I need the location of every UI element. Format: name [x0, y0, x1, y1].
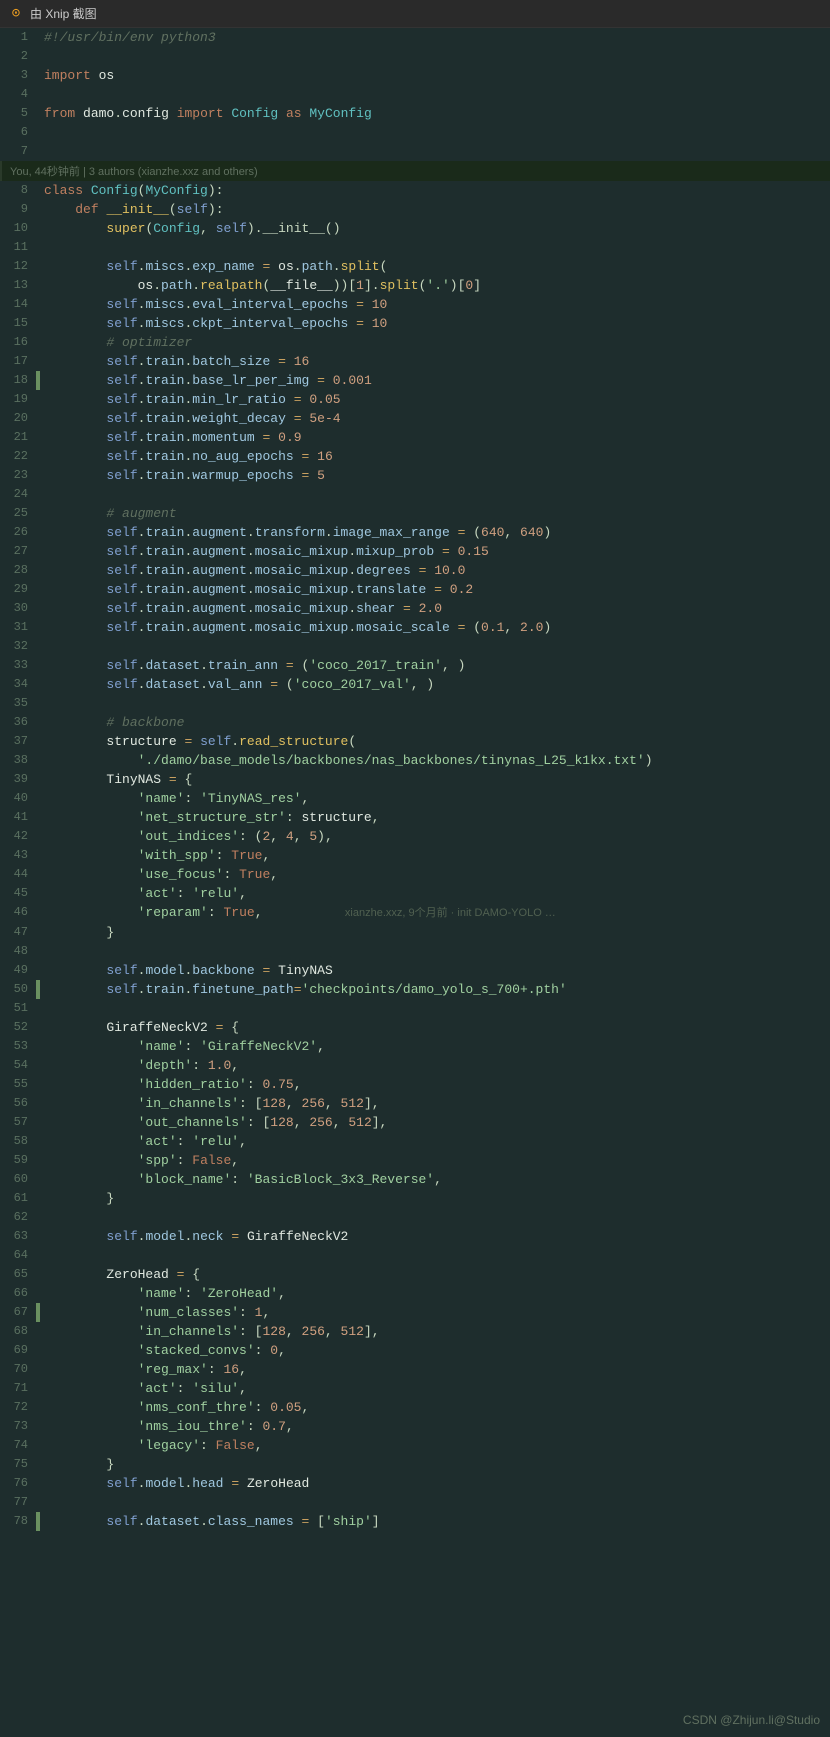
title-bar: ⊙ 由 Xnip 截图 — [0, 0, 830, 28]
code-line-76: 76 self.model.head = ZeroHead — [0, 1474, 830, 1493]
code-line-52: 52 GiraffeNeckV2 = { — [0, 1018, 830, 1037]
code-line-50: 50 self.train.finetune_path='checkpoints… — [0, 980, 830, 999]
code-line-49: 49 self.model.backbone = TinyNAS — [0, 961, 830, 980]
code-line-66: 66 'name': 'ZeroHead', — [0, 1284, 830, 1303]
code-line-17: 17 self.train.batch_size = 16 — [0, 352, 830, 371]
code-line-39: 39 TinyNAS = { — [0, 770, 830, 789]
code-line-70: 70 'reg_max': 16, — [0, 1360, 830, 1379]
code-line-35: 35 — [0, 694, 830, 713]
code-line-19: 19 self.train.min_lr_ratio = 0.05 — [0, 390, 830, 409]
code-line-10: 10 super(Config, self).__init__() — [0, 219, 830, 238]
app-icon: ⊙ — [8, 6, 24, 22]
code-line-43: 43 'with_spp': True, — [0, 846, 830, 865]
code-line-45: 45 'act': 'relu', — [0, 884, 830, 903]
code-line-69: 69 'stacked_convs': 0, — [0, 1341, 830, 1360]
code-line-9: 9 def __init__(self): — [0, 200, 830, 219]
code-line-33: 33 self.dataset.train_ann = ('coco_2017_… — [0, 656, 830, 675]
code-line-8: 8 class Config(MyConfig): — [0, 181, 830, 200]
code-line-21: 21 self.train.momentum = 0.9 — [0, 428, 830, 447]
code-line-59: 59 'spp': False, — [0, 1151, 830, 1170]
code-line-25: 25 # augment — [0, 504, 830, 523]
code-line-24: 24 — [0, 485, 830, 504]
code-line-16: 16 # optimizer — [0, 333, 830, 352]
code-line-11: 11 — [0, 238, 830, 257]
code-line-58: 58 'act': 'relu', — [0, 1132, 830, 1151]
code-line-15: 15 self.miscs.ckpt_interval_epochs = 10 — [0, 314, 830, 333]
title-text: 由 Xnip 截图 — [30, 5, 97, 22]
code-line-5: 5 from damo.config import Config as MyCo… — [0, 104, 830, 123]
code-line-62: 62 — [0, 1208, 830, 1227]
code-line-48: 48 — [0, 942, 830, 961]
code-line-47: 47 } — [0, 923, 830, 942]
code-line-28: 28 self.train.augment.mosaic_mixup.degre… — [0, 561, 830, 580]
code-line-1: 1 #!/usr/bin/env python3 — [0, 28, 830, 47]
code-line-77: 77 — [0, 1493, 830, 1512]
code-line-2: 2 — [0, 47, 830, 66]
code-line-32: 32 — [0, 637, 830, 656]
code-line-68: 68 'in_channels': [128, 256, 512], — [0, 1322, 830, 1341]
code-line-14: 14 self.miscs.eval_interval_epochs = 10 — [0, 295, 830, 314]
code-line-71: 71 'act': 'silu', — [0, 1379, 830, 1398]
code-line-78: 78 self.dataset.class_names = ['ship'] — [0, 1512, 830, 1531]
code-line-65: 65 ZeroHead = { — [0, 1265, 830, 1284]
code-line-27: 27 self.train.augment.mosaic_mixup.mixup… — [0, 542, 830, 561]
code-line-22: 22 self.train.no_aug_epochs = 16 — [0, 447, 830, 466]
code-line-4: 4 — [0, 85, 830, 104]
code-line-29: 29 self.train.augment.mosaic_mixup.trans… — [0, 580, 830, 599]
code-line-75: 75 } — [0, 1455, 830, 1474]
code-line-54: 54 'depth': 1.0, — [0, 1056, 830, 1075]
git-blame-text: You, 44秒钟前 | 3 authors (xianzhe.xxz and … — [10, 163, 258, 179]
code-line-7: 7 — [0, 142, 830, 161]
code-line-61: 61 } — [0, 1189, 830, 1208]
code-line-36: 36 # backbone — [0, 713, 830, 732]
code-line-31: 31 self.train.augment.mosaic_mixup.mosai… — [0, 618, 830, 637]
code-line-56: 56 'in_channels': [128, 256, 512], — [0, 1094, 830, 1113]
watermark: CSDN @Zhijun.li@Studio — [683, 1713, 820, 1727]
code-line-55: 55 'hidden_ratio': 0.75, — [0, 1075, 830, 1094]
code-line-38: 38 './damo/base_models/backbones/nas_bac… — [0, 751, 830, 770]
code-line-63: 63 self.model.neck = GiraffeNeckV2 — [0, 1227, 830, 1246]
code-line-3: 3 import os — [0, 66, 830, 85]
code-line-40: 40 'name': 'TinyNAS_res', — [0, 789, 830, 808]
code-line-44: 44 'use_focus': True, — [0, 865, 830, 884]
code-line-13: 13 os.path.realpath(__file__))[1].split(… — [0, 276, 830, 295]
code-line-12: 12 self.miscs.exp_name = os.path.split( — [0, 257, 830, 276]
code-line-26: 26 self.train.augment.transform.image_ma… — [0, 523, 830, 542]
git-blame-line: You, 44秒钟前 | 3 authors (xianzhe.xxz and … — [0, 161, 830, 181]
code-line-23: 23 self.train.warmup_epochs = 5 — [0, 466, 830, 485]
code-line-41: 41 'net_structure_str': structure, — [0, 808, 830, 827]
code-line-57: 57 'out_channels': [128, 256, 512], — [0, 1113, 830, 1132]
code-line-67: 67 'num_classes': 1, — [0, 1303, 830, 1322]
code-line-73: 73 'nms_iou_thre': 0.7, — [0, 1417, 830, 1436]
code-line-42: 42 'out_indices': (2, 4, 5), — [0, 827, 830, 846]
code-line-53: 53 'name': 'GiraffeNeckV2', — [0, 1037, 830, 1056]
code-line-6: 6 — [0, 123, 830, 142]
code-line-18: 18 self.train.base_lr_per_img = 0.001 — [0, 371, 830, 390]
code-line-34: 34 self.dataset.val_ann = ('coco_2017_va… — [0, 675, 830, 694]
code-line-51: 51 — [0, 999, 830, 1018]
editor: 1 #!/usr/bin/env python3 2 3 import os 4… — [0, 28, 830, 1531]
code-line-20: 20 self.train.weight_decay = 5e-4 — [0, 409, 830, 428]
code-line-72: 72 'nms_conf_thre': 0.05, — [0, 1398, 830, 1417]
code-line-64: 64 — [0, 1246, 830, 1265]
code-line-60: 60 'block_name': 'BasicBlock_3x3_Reverse… — [0, 1170, 830, 1189]
code-line-30: 30 self.train.augment.mosaic_mixup.shear… — [0, 599, 830, 618]
code-line-74: 74 'legacy': False, — [0, 1436, 830, 1455]
code-line-46: 46 'reparam': True, xianzhe.xxz, 9个月前 · … — [0, 903, 830, 923]
code-line-37: 37 structure = self.read_structure( — [0, 732, 830, 751]
